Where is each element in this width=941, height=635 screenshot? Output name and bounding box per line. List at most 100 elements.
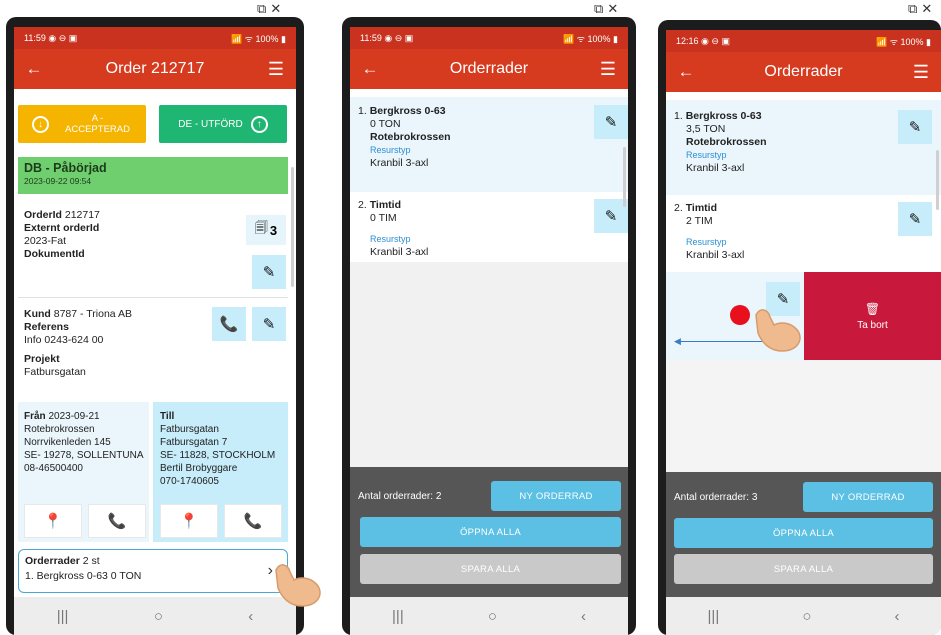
row-num: 2. xyxy=(674,202,683,214)
orderrow-1-text: 1. Bergkross 0-63 0 TON Rotebrokrossen R… xyxy=(358,105,451,170)
new-orderrow-button[interactable]: NY ORDERRAD xyxy=(491,481,621,511)
back-arrow-icon[interactable]: ← xyxy=(14,59,54,79)
scrollbar[interactable] xyxy=(623,147,626,207)
window-controls-1[interactable]: ⧉ ✕ xyxy=(257,2,281,17)
customer-value: 8787 - Triona AB xyxy=(53,308,132,320)
status-time: 11:59 xyxy=(24,32,46,43)
project-label: Projekt xyxy=(24,353,60,365)
done-button[interactable]: DE - UTFÖRD ↑ xyxy=(159,105,287,143)
row-restype: Kranbil 3-axl xyxy=(370,157,429,169)
hamburger-menu-icon[interactable]: ☰ xyxy=(256,59,296,80)
phone-icon: 📞 xyxy=(219,316,239,333)
orderrow-count: Antal orderrader: 3 xyxy=(674,492,758,503)
window-controls-2[interactable]: ⧉ ✕ xyxy=(594,2,618,17)
status-right: 📶 ᯤ 100% ▮ xyxy=(563,33,618,44)
save-all-button[interactable]: SPARA ALLA xyxy=(674,554,933,584)
accept-button[interactable]: ↓ A - ACCEPTERAD xyxy=(18,105,146,143)
to-location-button[interactable]: 📍 xyxy=(160,504,218,538)
status-right: 📶 ᯤ 100% ▮ xyxy=(876,36,931,47)
to-label: Till xyxy=(160,411,175,422)
info-phone: Info 0243-624 00 xyxy=(24,334,104,346)
system-nav-bar: ||| ○ ‹ xyxy=(350,597,628,635)
document-count: 3 xyxy=(269,222,278,238)
row-name: Bergkross 0-63 xyxy=(685,110,762,122)
row-restype: Kranbil 3-axl xyxy=(370,246,429,258)
phone-icon: 📞 xyxy=(107,513,127,530)
swipe-arrowhead: ◀ xyxy=(674,336,681,346)
back-nav-icon[interactable]: ‹ xyxy=(581,608,586,625)
order-status-banner: DB - Påbörjad 2023-09-22 09:54 xyxy=(18,157,288,194)
row-supplier: Rotebrokrossen xyxy=(686,136,767,148)
app-bar: ← Orderrader ☰ xyxy=(666,52,941,92)
hamburger-menu-icon[interactable]: ☰ xyxy=(901,62,941,83)
pencil-icon: ✎ xyxy=(604,114,618,131)
row-restype-label: Resurstyp xyxy=(686,237,727,247)
home-icon[interactable]: ○ xyxy=(154,608,163,625)
from-location-button[interactable]: 📍 xyxy=(24,504,82,538)
scrollbar[interactable] xyxy=(936,150,939,210)
save-all-button[interactable]: SPARA ALLA xyxy=(360,554,621,584)
edit-row-2-button[interactable]: ✎ xyxy=(898,202,932,236)
row-qty: 3,5 TON xyxy=(686,123,726,135)
order-info: OrderId 212717 Externt orderId 2023-Fat … xyxy=(24,209,100,261)
row-qty: 0 TON xyxy=(370,118,401,130)
back-arrow-icon[interactable]: ← xyxy=(350,59,390,79)
edit-row-1-button[interactable]: ✎ xyxy=(898,110,932,144)
documents-button[interactable]: 🗐 3 xyxy=(246,215,286,245)
system-nav-bar: ||| ○ ‹ xyxy=(14,597,296,635)
back-nav-icon[interactable]: ‹ xyxy=(248,608,253,625)
pencil-icon: ✎ xyxy=(604,208,618,225)
home-icon[interactable]: ○ xyxy=(488,608,497,625)
screen: 11:59 ◉ ⊖ ▣ 📶 ᯤ 100% ▮ ← Order 212717 ☰ … xyxy=(14,27,296,635)
row-name: Timtid xyxy=(369,199,401,211)
open-all-button[interactable]: ÖPPNA ALLA xyxy=(674,518,933,548)
from-line: SE- 19278, SOLLENTUNA xyxy=(24,450,144,461)
external-order-value: 2023-Fat xyxy=(24,235,67,247)
recent-apps-icon[interactable]: ||| xyxy=(708,608,720,625)
app-bar: ← Order 212717 ☰ xyxy=(14,49,296,89)
pencil-icon: ✎ xyxy=(908,119,922,136)
row-restype-label: Resurstyp xyxy=(370,234,411,244)
to-line: Fatbursgatan 7 xyxy=(160,437,228,448)
back-nav-icon[interactable]: ‹ xyxy=(894,608,899,625)
system-nav-bar: ||| ○ ‹ xyxy=(666,597,941,635)
scrollbar[interactable] xyxy=(291,167,294,287)
recent-apps-icon[interactable]: ||| xyxy=(57,608,69,625)
edit-customer-button[interactable]: ✎ xyxy=(252,307,286,341)
home-icon[interactable]: ○ xyxy=(802,608,811,625)
new-orderrow-button[interactable]: NY ORDERRAD xyxy=(803,482,933,512)
status-time: 12:16 xyxy=(676,35,699,46)
status-right: 📶 ᯤ 100% ▮ xyxy=(231,33,286,44)
touch-indicator xyxy=(730,305,750,325)
call-customer-button[interactable]: 📞 xyxy=(212,307,246,341)
order-id-label: OrderId xyxy=(24,209,62,221)
orderrows-first: 1. Bergkross 0-63 0 TON xyxy=(25,570,142,582)
edit-row-1-button[interactable]: ✎ xyxy=(594,105,628,139)
page-title: Orderrader xyxy=(449,60,529,77)
to-call-button[interactable]: 📞 xyxy=(224,504,282,538)
orderrows-count: 2 st xyxy=(82,555,100,567)
status-icons: ◉ ⊖ ▣ xyxy=(384,32,414,43)
orderrow-2-text: 2. Timtid 0 TIM Resurstyp Kranbil 3-axl xyxy=(358,199,428,259)
document-icon: 🗐 xyxy=(254,220,268,235)
open-all-button[interactable]: ÖPPNA ALLA xyxy=(360,517,621,547)
orderrow-2-text: 2. Timtid 2 TIM Resurstyp Kranbil 3-axl xyxy=(674,202,744,262)
hamburger-menu-icon[interactable]: ☰ xyxy=(588,59,628,80)
to-address: Till Fatbursgatan Fatbursgatan 7 SE- 118… xyxy=(160,410,275,488)
app-bar: ← Orderrader ☰ xyxy=(350,49,628,89)
from-line: 08-46500400 xyxy=(24,463,83,474)
recent-apps-icon[interactable]: ||| xyxy=(392,608,404,625)
status-bar: 12:16 ◉ ⊖ ▣ 📶 ᯤ 100% ▮ xyxy=(666,30,941,52)
window-controls-3[interactable]: ⧉ ✕ xyxy=(908,2,932,17)
orderrows-card[interactable]: Orderrader 2 st 1. Bergkross 0-63 0 TON … xyxy=(18,549,288,593)
pencil-icon: ✎ xyxy=(908,211,922,228)
map-pin-icon: 📍 xyxy=(179,513,199,530)
delete-row-button[interactable]: 🗑 Ta bort xyxy=(804,272,941,360)
status-date: 2023-09-22 09:54 xyxy=(24,176,92,186)
from-call-button[interactable]: 📞 xyxy=(88,504,146,538)
row-restype-label: Resurstyp xyxy=(686,150,727,160)
edit-order-button[interactable]: ✎ xyxy=(252,255,286,289)
back-arrow-icon[interactable]: ← xyxy=(666,62,706,82)
pencil-icon: ✎ xyxy=(262,264,276,281)
from-date: 2023-09-21 xyxy=(48,411,100,422)
